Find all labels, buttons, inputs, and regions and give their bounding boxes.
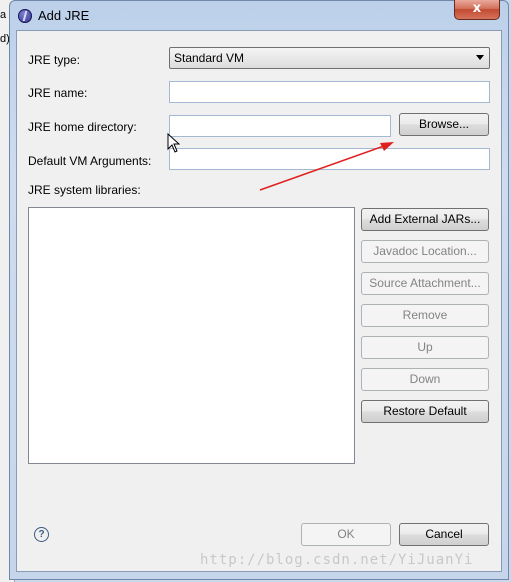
help-icon[interactable]: ? <box>34 527 49 542</box>
remove-button[interactable]: Remove <box>361 304 489 327</box>
ok-button[interactable]: OK <box>301 523 391 546</box>
up-button[interactable]: Up <box>361 336 489 359</box>
add-jre-dialog: Add JRE x JRE type: Standard VM JRE name… <box>9 0 509 580</box>
cancel-button[interactable]: Cancel <box>399 523 489 546</box>
title-bar[interactable]: Add JRE x <box>10 0 508 29</box>
jre-home-directory-label: JRE home directory: <box>28 120 137 134</box>
mouse-cursor-icon <box>167 133 180 153</box>
jre-name-label: JRE name: <box>28 86 88 100</box>
background-text: a <box>0 9 7 21</box>
down-button[interactable]: Down <box>361 368 489 391</box>
jre-type-select[interactable]: Standard VM <box>169 47 490 69</box>
add-external-jars-button[interactable]: Add External JARs... <box>361 208 489 231</box>
browse-button[interactable]: Browse... <box>399 113 489 136</box>
default-vm-arguments-label: Default VM Arguments: <box>28 154 152 168</box>
jre-name-input[interactable] <box>169 81 490 103</box>
jre-type-value: Standard VM <box>174 51 245 65</box>
jre-system-libraries-label: JRE system libraries: <box>28 183 141 197</box>
dialog-client-area: JRE type: Standard VM JRE name: JRE home… <box>16 30 502 572</box>
close-button[interactable]: x <box>454 0 500 20</box>
watermark: http://blog.csdn.net/YiJuanYi <box>200 552 474 568</box>
jre-system-libraries-list[interactable] <box>28 207 355 464</box>
source-attachment-button[interactable]: Source Attachment... <box>361 272 489 295</box>
close-icon: x <box>472 1 482 16</box>
jre-type-label: JRE type: <box>28 53 81 67</box>
javadoc-location-button[interactable]: Javadoc Location... <box>361 240 489 263</box>
restore-default-button[interactable]: Restore Default <box>361 400 489 423</box>
window-title: Add JRE <box>38 8 90 23</box>
eclipse-app-icon <box>18 9 32 23</box>
jre-home-directory-input[interactable] <box>169 115 391 137</box>
default-vm-arguments-input[interactable] <box>169 148 490 170</box>
chevron-down-icon <box>476 55 484 60</box>
